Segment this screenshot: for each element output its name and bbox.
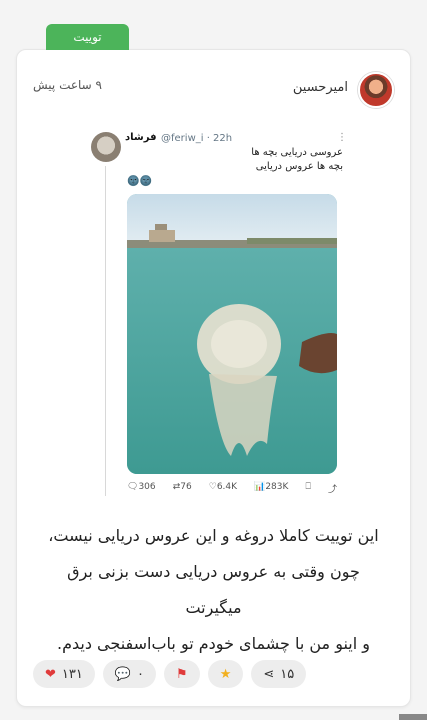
post-type-tag: توییت bbox=[46, 24, 129, 50]
tweet-retweets: ⇄76 bbox=[172, 482, 192, 492]
flag-icon: ⚑ bbox=[176, 666, 188, 682]
jellyfish-photo bbox=[127, 194, 337, 474]
share-count: ۱۵ bbox=[280, 666, 295, 682]
author-name[interactable]: امیرحسین bbox=[293, 80, 348, 95]
tweet-handle: @feriw_i · 22h bbox=[161, 133, 233, 144]
thread-line bbox=[105, 166, 106, 496]
post-text-line-3: و اینو من با چشمای خودم تو باب‌اسفنجی دی… bbox=[57, 634, 370, 653]
tweet-views: 📊283K bbox=[254, 482, 289, 492]
post-actions: ❤ ۱۳۱ 💬 ۰ ⚑ ★ ⋖ ۱۵ bbox=[33, 660, 307, 688]
post-text: این توییت کاملا دروغه و این عروس دریایی … bbox=[37, 518, 390, 662]
tweet-replies: 🗨306 bbox=[127, 482, 156, 492]
share-icon: ⋖ bbox=[263, 666, 275, 682]
heart-icon: ❤ bbox=[45, 666, 56, 682]
tweet-screenshot[interactable]: فرشاد @feriw_i · 22h ⋮ عروسی دریایی بچه … bbox=[91, 130, 349, 500]
tweet-line-2: بچه ها عروس دریایی bbox=[255, 161, 343, 172]
scrollbar[interactable] bbox=[399, 714, 427, 720]
bookmark-icon: ⎕ bbox=[305, 482, 311, 492]
comment-count: ۰ bbox=[137, 666, 145, 682]
tweet-author: فرشاد bbox=[125, 132, 157, 143]
comment-icon: 💬 bbox=[114, 666, 132, 682]
report-button[interactable]: ⚑ bbox=[164, 660, 200, 688]
star-icon: ★ bbox=[219, 666, 232, 682]
favorite-button[interactable]: ★ bbox=[207, 660, 244, 688]
comment-button[interactable]: 💬 ۰ bbox=[102, 660, 157, 688]
tweet-likes: ♡6.4K bbox=[208, 482, 238, 492]
tweet-actions: 🗨306 ⇄76 ♡6.4K 📊283K ⎕ ⤴ bbox=[127, 482, 337, 495]
more-icon: ⋮ bbox=[337, 132, 347, 143]
tweet-line-1: عروسی دریایی بچه ها bbox=[251, 147, 343, 158]
share-icon: ⤴ bbox=[327, 485, 337, 495]
tweet-text: عروسی دریایی بچه ها بچه ها عروس دریایی bbox=[251, 146, 343, 174]
share-button[interactable]: ⋖ ۱۵ bbox=[251, 660, 307, 688]
like-button[interactable]: ❤ ۱۳۱ bbox=[33, 660, 95, 688]
tweet-emoji: 🌚🌚 bbox=[127, 176, 152, 187]
avatar[interactable] bbox=[358, 72, 394, 108]
post-text-line-1: این توییت کاملا دروغه و این عروس دریایی … bbox=[48, 526, 379, 545]
jellyfish-photo-svg bbox=[127, 194, 337, 474]
like-count: ۱۳۱ bbox=[61, 666, 83, 682]
post-time: ۹ ساعت پیش bbox=[33, 78, 102, 92]
post-text-line-2: چون وقتی به عروس دریایی دست بزنی برق میگ… bbox=[67, 562, 360, 617]
post-card: امیرحسین ۹ ساعت پیش فرشاد @feriw_i · 22h… bbox=[16, 49, 411, 707]
tweet-avatar bbox=[91, 132, 121, 162]
